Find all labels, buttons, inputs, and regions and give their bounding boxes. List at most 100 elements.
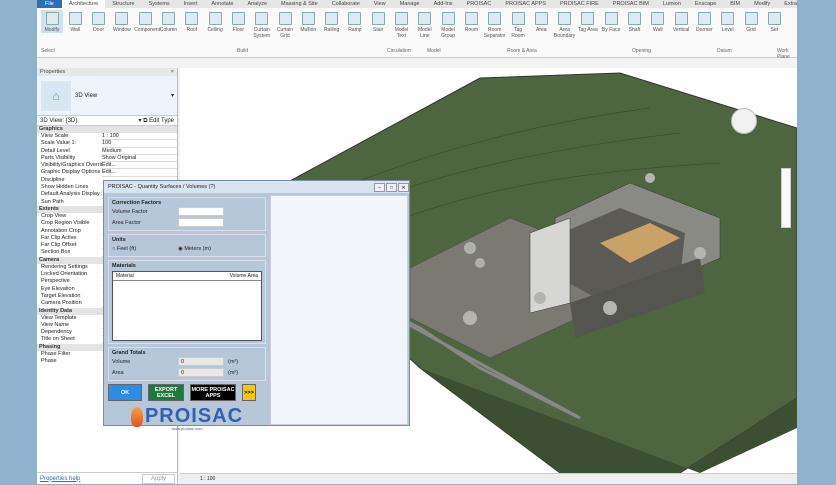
modify-icon: [45, 12, 59, 25]
tab-proisac[interactable]: PROISAC: [460, 0, 499, 8]
maximize-button[interactable]: □: [386, 182, 397, 192]
tab-insert[interactable]: Insert: [177, 0, 205, 8]
tab-lumion[interactable]: Lumion: [656, 0, 688, 8]
property-value[interactable]: 100: [102, 140, 177, 148]
tool-label: Modify: [44, 27, 60, 33]
total-area-field: 0: [178, 368, 224, 377]
tool-grid[interactable]: Grid: [740, 10, 762, 33]
tab-architecture[interactable]: Architecture: [61, 0, 106, 8]
property-value[interactable]: 1 : 100: [102, 133, 177, 141]
properties-help-link[interactable]: Properties help: [40, 476, 80, 482]
tab-systems[interactable]: Systems: [142, 0, 177, 8]
minimize-button[interactable]: –: [374, 182, 385, 192]
tab-collaborate[interactable]: Collaborate: [325, 0, 367, 8]
tool-shaft[interactable]: Shaft: [624, 10, 646, 33]
tab-file[interactable]: File: [37, 0, 62, 8]
export-excel-button[interactable]: EXPORT EXCEL: [148, 384, 184, 401]
tool-roof[interactable]: Roof: [181, 10, 203, 33]
col-material[interactable]: Material: [116, 273, 134, 279]
tool-label: Grid: [746, 27, 756, 33]
tab-analyze[interactable]: Analyze: [240, 0, 274, 8]
tab-add-ins[interactable]: Add-Ins: [427, 0, 460, 8]
tool-label: Model Text: [394, 27, 409, 39]
property-value[interactable]: Edit...: [102, 169, 177, 177]
col-volume[interactable]: Volume: [230, 273, 247, 279]
tool-model-text[interactable]: Model Text: [391, 10, 413, 39]
tool-ramp[interactable]: Ramp: [344, 10, 366, 33]
tool-tag-room[interactable]: Tag Room: [507, 10, 529, 39]
col-area[interactable]: Area: [247, 273, 258, 279]
feet-radio[interactable]: ○ Feet (ft): [112, 246, 178, 252]
tool-curtain-system[interactable]: Curtain System: [251, 10, 273, 39]
materials-list[interactable]: Material Volume Area: [112, 271, 262, 341]
edit-type-button[interactable]: ▾ ⧉ Edit Type: [138, 117, 174, 125]
tab-enscape[interactable]: Enscape: [688, 0, 723, 8]
tool-wall[interactable]: Wall: [647, 10, 669, 33]
tool-door[interactable]: Door: [88, 10, 110, 33]
tab-view[interactable]: View: [367, 0, 393, 8]
tool-column[interactable]: Column: [158, 10, 180, 33]
view-scale[interactable]: 1 : 100: [200, 476, 215, 482]
property-name: Crop Region Visible: [41, 220, 90, 227]
tool-model-line[interactable]: Model Line: [414, 10, 436, 39]
tab-extra[interactable]: Extra: [777, 0, 804, 8]
next-button[interactable]: >>>: [242, 384, 256, 401]
property-section[interactable]: Graphics: [37, 126, 177, 133]
volume-label: Volume: [112, 358, 131, 365]
navigation-bar[interactable]: [781, 168, 791, 228]
property-row: Scale Value 1: 100: [37, 140, 177, 148]
close-icon[interactable]: ×: [171, 68, 174, 76]
tab-massing-site[interactable]: Massing & Site: [274, 0, 325, 8]
tool-area-boundary[interactable]: Area Boundary: [554, 10, 576, 39]
apply-button[interactable]: Apply: [141, 473, 175, 484]
proisac-logo: PROISAC: [108, 405, 266, 428]
tool-window[interactable]: Window: [111, 10, 133, 33]
tool-set[interactable]: Set: [763, 10, 785, 33]
tab-structure[interactable]: Structure: [105, 0, 141, 8]
tool-wall[interactable]: Wall: [64, 10, 86, 33]
tool-curtain-grid[interactable]: Curtain Grid: [274, 10, 296, 39]
property-value[interactable]: Show Original: [102, 155, 177, 163]
tab-proisac-bim[interactable]: PROISAC BIM: [606, 0, 656, 8]
tool-vertical[interactable]: Vertical: [670, 10, 692, 33]
viewcube-icon[interactable]: [731, 108, 757, 134]
volume-factor-input[interactable]: [178, 207, 224, 216]
tab-manage[interactable]: Manage: [393, 0, 427, 8]
area-factor-input[interactable]: [178, 218, 224, 227]
meters-radio[interactable]: ◉ Meters (m): [178, 246, 211, 252]
floor-icon: [231, 12, 245, 25]
tab-proisac-apps[interactable]: PROISAC APPS: [498, 0, 553, 8]
ok-button[interactable]: OK: [108, 384, 142, 401]
tool-room-separator[interactable]: Room Separator: [484, 10, 506, 39]
tool-ceiling[interactable]: Ceiling: [204, 10, 226, 33]
type-selector[interactable]: ⌂ 3D View ▾: [37, 76, 177, 116]
tool-dormer[interactable]: Dormer: [693, 10, 715, 33]
tool-by-face[interactable]: By Face: [600, 10, 622, 33]
tab-modify[interactable]: Modify: [747, 0, 777, 8]
tool-model-group[interactable]: Model Group: [437, 10, 459, 39]
more-apps-button[interactable]: MORE PROISAC APPS: [190, 384, 236, 401]
window-icon: [115, 12, 129, 25]
property-row: Graphic Display Options Edit...: [37, 169, 177, 177]
tool-label: By Face: [602, 27, 621, 33]
tool-tag-area[interactable]: Tag Area: [577, 10, 599, 33]
tool-component[interactable]: Component: [134, 10, 160, 33]
tool-stair[interactable]: Stair: [367, 10, 389, 33]
close-button[interactable]: ✕: [398, 182, 409, 192]
tool-mullion[interactable]: Mullion: [297, 10, 319, 33]
area-boundary-icon: [558, 12, 572, 25]
tool-railing[interactable]: Railing: [321, 10, 343, 33]
tab-proisac-fire[interactable]: PROISAC FIRE: [553, 0, 606, 8]
type-name: 3D View: [75, 92, 98, 99]
tool-area[interactable]: Area: [530, 10, 552, 33]
instance-selector[interactable]: 3D View: {3D}: [40, 118, 77, 124]
tool-modify[interactable]: Modify: [41, 10, 63, 33]
property-value[interactable]: Edit...: [102, 162, 177, 170]
tool-floor[interactable]: Floor: [227, 10, 249, 33]
property-value[interactable]: Medium: [102, 148, 177, 155]
tab-annotate[interactable]: Annotate: [204, 0, 240, 8]
tool-room[interactable]: Room: [460, 10, 482, 33]
materials-group: Materials Material Volume Area: [108, 260, 266, 344]
tab-bim[interactable]: BIM: [723, 0, 747, 8]
tool-level[interactable]: Level: [717, 10, 739, 33]
